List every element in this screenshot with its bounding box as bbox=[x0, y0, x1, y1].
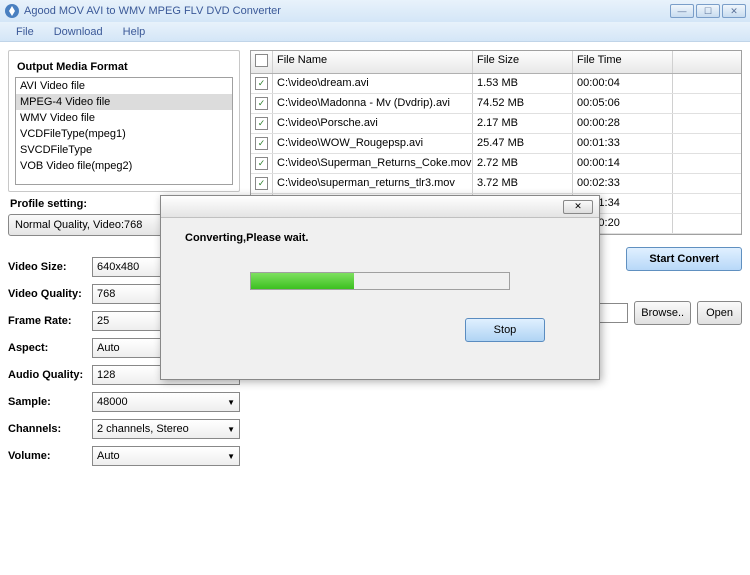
cell-filesize: 3.72 MB bbox=[473, 174, 573, 193]
cell-filetime: 00:00:04 bbox=[573, 74, 673, 93]
minimize-button[interactable]: — bbox=[670, 4, 694, 18]
cell-filesize: 2.72 MB bbox=[473, 154, 573, 173]
cell-filetime: 00:02:33 bbox=[573, 174, 673, 193]
table-row[interactable]: ✓ C:\video\WOW_Rougepsp.avi25.47 MB00:01:… bbox=[251, 134, 741, 154]
cell-filename: C:\video\Madonna - Mv (Dvdrip).avi bbox=[273, 94, 473, 113]
chevron-down-icon: ▼ bbox=[227, 425, 235, 434]
row-checkbox[interactable]: ✓ bbox=[255, 137, 268, 150]
cell-filename: C:\video\WOW_Rougepsp.avi bbox=[273, 134, 473, 153]
dialog-close-button[interactable]: ✕ bbox=[563, 200, 593, 214]
cell-filename: C:\video\superman_returns_tlr3.mov bbox=[273, 174, 473, 193]
cell-filesize: 2.17 MB bbox=[473, 114, 573, 133]
cell-filesize: 74.52 MB bbox=[473, 94, 573, 113]
format-item[interactable]: SVCDFileType bbox=[16, 142, 232, 158]
row-checkbox[interactable]: ✓ bbox=[255, 77, 268, 90]
format-item[interactable]: WMV Video file bbox=[16, 110, 232, 126]
row-checkbox[interactable]: ✓ bbox=[255, 117, 268, 130]
window-title: Agood MOV AVI to WMV MPEG FLV DVD Conver… bbox=[24, 5, 670, 17]
format-item[interactable]: AVI Video file bbox=[16, 78, 232, 94]
cell-filename: C:\video\Porsche.avi bbox=[273, 114, 473, 133]
channels-label: Channels: bbox=[8, 423, 88, 435]
frameRate-label: Frame Rate: bbox=[8, 315, 88, 327]
menu-help[interactable]: Help bbox=[113, 24, 156, 40]
col-filetime[interactable]: File Time bbox=[573, 51, 673, 73]
cell-filetime: 00:00:28 bbox=[573, 114, 673, 133]
table-row[interactable]: ✓ C:\video\dream.avi1.53 MB00:00:04 bbox=[251, 74, 741, 94]
dialog-message: Converting,Please wait. bbox=[185, 232, 575, 244]
output-format-label: Output Media Format bbox=[17, 61, 233, 73]
cell-filesize: 1.53 MB bbox=[473, 74, 573, 93]
cell-filename: C:\video\dream.avi bbox=[273, 74, 473, 93]
col-filename[interactable]: File Name bbox=[273, 51, 473, 73]
chevron-down-icon: ▼ bbox=[227, 452, 235, 461]
sample-combo[interactable]: 48000▼ bbox=[92, 392, 240, 412]
menu-file[interactable]: File bbox=[6, 24, 44, 40]
table-row[interactable]: ✓ C:\video\superman_returns_tlr3.mov3.72 … bbox=[251, 174, 741, 194]
col-filesize[interactable]: File Size bbox=[473, 51, 573, 73]
sample-label: Sample: bbox=[8, 396, 88, 408]
table-row[interactable]: ✓ C:\video\Madonna - Mv (Dvdrip).avi74.52… bbox=[251, 94, 741, 114]
start-convert-button[interactable]: Start Convert bbox=[626, 247, 742, 271]
cell-filetime: 00:01:33 bbox=[573, 134, 673, 153]
maximize-button[interactable]: ☐ bbox=[696, 4, 720, 18]
aspect-label: Aspect: bbox=[8, 342, 88, 354]
row-checkbox[interactable]: ✓ bbox=[255, 97, 268, 110]
col-check[interactable] bbox=[251, 51, 273, 73]
table-row[interactable]: ✓ C:\video\Porsche.avi2.17 MB00:00:28 bbox=[251, 114, 741, 134]
progress-bar bbox=[250, 272, 510, 290]
converting-dialog: ✕ Converting,Please wait. Stop bbox=[160, 195, 600, 380]
cell-filetime: 00:00:14 bbox=[573, 154, 673, 173]
output-format-list[interactable]: AVI Video fileMPEG-4 Video fileWMV Video… bbox=[15, 77, 233, 185]
row-checkbox[interactable]: ✓ bbox=[255, 177, 268, 190]
audioQuality-label: Audio Quality: bbox=[8, 369, 88, 381]
cell-filesize: 25.47 MB bbox=[473, 134, 573, 153]
cell-filetime: 00:05:06 bbox=[573, 94, 673, 113]
titlebar: Agood MOV AVI to WMV MPEG FLV DVD Conver… bbox=[0, 0, 750, 22]
menubar: File Download Help bbox=[0, 22, 750, 42]
volume-combo[interactable]: Auto▼ bbox=[92, 446, 240, 466]
videoQuality-label: Video Quality: bbox=[8, 288, 88, 300]
menu-download[interactable]: Download bbox=[44, 24, 113, 40]
chevron-down-icon: ▼ bbox=[227, 398, 235, 407]
row-checkbox[interactable]: ✓ bbox=[255, 157, 268, 170]
volume-label: Volume: bbox=[8, 450, 88, 462]
format-item[interactable]: VOB Video file(mpeg2) bbox=[16, 158, 232, 174]
format-item[interactable]: MPEG-4 Video file bbox=[16, 94, 232, 110]
table-row[interactable]: ✓ C:\video\Superman_Returns_Coke.mov2.72 … bbox=[251, 154, 741, 174]
open-button[interactable]: Open bbox=[697, 301, 742, 325]
format-item[interactable]: VCDFileType(mpeg1) bbox=[16, 126, 232, 142]
videoSize-label: Video Size: bbox=[8, 261, 88, 273]
app-icon bbox=[4, 3, 20, 19]
stop-button[interactable]: Stop bbox=[465, 318, 545, 342]
cell-filename: C:\video\Superman_Returns_Coke.mov bbox=[273, 154, 473, 173]
browse-button[interactable]: Browse.. bbox=[634, 301, 691, 325]
close-button[interactable]: ✕ bbox=[722, 4, 746, 18]
channels-combo[interactable]: 2 channels, Stereo▼ bbox=[92, 419, 240, 439]
